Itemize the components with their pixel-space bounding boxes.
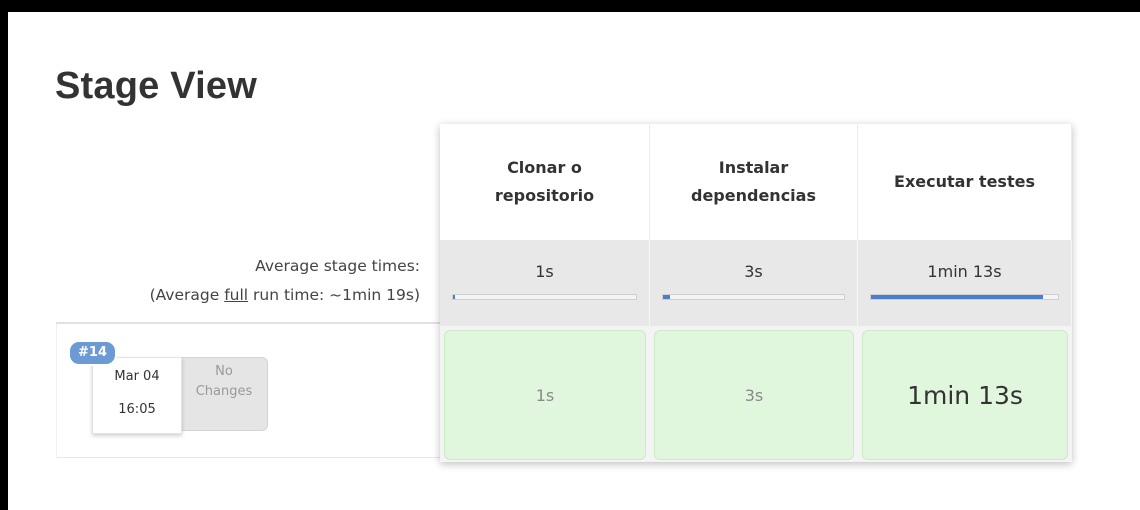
build-date-card[interactable]: Mar 04 16:05 [92, 357, 182, 434]
stage-header: Instalar dependencias [650, 124, 858, 240]
stage-name-line-2: repositorio [494, 186, 595, 205]
stage-average-bar [870, 294, 1059, 300]
build-time: 16:05 [118, 402, 156, 417]
stage-average-bar-fill [453, 295, 456, 299]
stage-average-bar [452, 294, 637, 300]
stage-table: Clonar o repositorio 1s 1s Instalar depend… [440, 124, 1072, 462]
stage-header: Executar testes [858, 124, 1072, 240]
changes-line-2: Changes [195, 384, 253, 399]
stage-average: 1s [440, 240, 650, 326]
stage-average-bar [662, 294, 845, 300]
stage-column: Executar testes 1min 13s 1min 13s [858, 124, 1072, 462]
stage-header: Clonar o repositorio [440, 124, 650, 240]
stage-name-line-1: Clonar o [507, 158, 582, 177]
stage-name-line-1: Instalar [718, 158, 789, 177]
changes-line-1: No [215, 364, 233, 379]
full-run-prefix: (Average [149, 286, 225, 304]
build-changes[interactable]: No Changes [180, 357, 268, 431]
full-run-suffix: run time: ~1min 19s) [248, 286, 420, 304]
full-run-word: full [224, 286, 249, 304]
stage-run-cell[interactable]: 1min 13s [862, 330, 1068, 460]
stage-average-time: 1s [535, 262, 554, 281]
stage-average-bar-fill [871, 295, 1044, 299]
stage-run-cell[interactable]: 3s [654, 330, 854, 460]
stage-average: 1min 13s [858, 240, 1072, 326]
stage-name-line-2: dependencias [691, 186, 816, 205]
stage-average-time: 3s [744, 262, 763, 281]
stage-average-time: 1min 13s [927, 262, 1002, 281]
stage-run-cell[interactable]: 1s [444, 330, 646, 460]
build-date: Mar 04 [114, 369, 160, 384]
average-times-summary: Average stage times: (Average full run t… [56, 240, 424, 322]
average-stage-times-label: Average stage times: [255, 257, 420, 275]
average-full-run-time: (Average full run time: ~1min 19s) [56, 281, 424, 310]
stage-column: Clonar o repositorio 1s 1s [440, 124, 650, 462]
stage-name-line-1: Executar testes [894, 172, 1035, 191]
build-number-badge[interactable]: #14 [68, 340, 117, 366]
stage-column: Instalar dependencias 3s 3s [650, 124, 858, 462]
page-title: Stage View [55, 65, 257, 107]
stage-view-panel: Stage View Average stage times: (Average… [8, 12, 1140, 510]
stage-average-bar-fill [663, 295, 671, 299]
stage-average: 3s [650, 240, 858, 326]
